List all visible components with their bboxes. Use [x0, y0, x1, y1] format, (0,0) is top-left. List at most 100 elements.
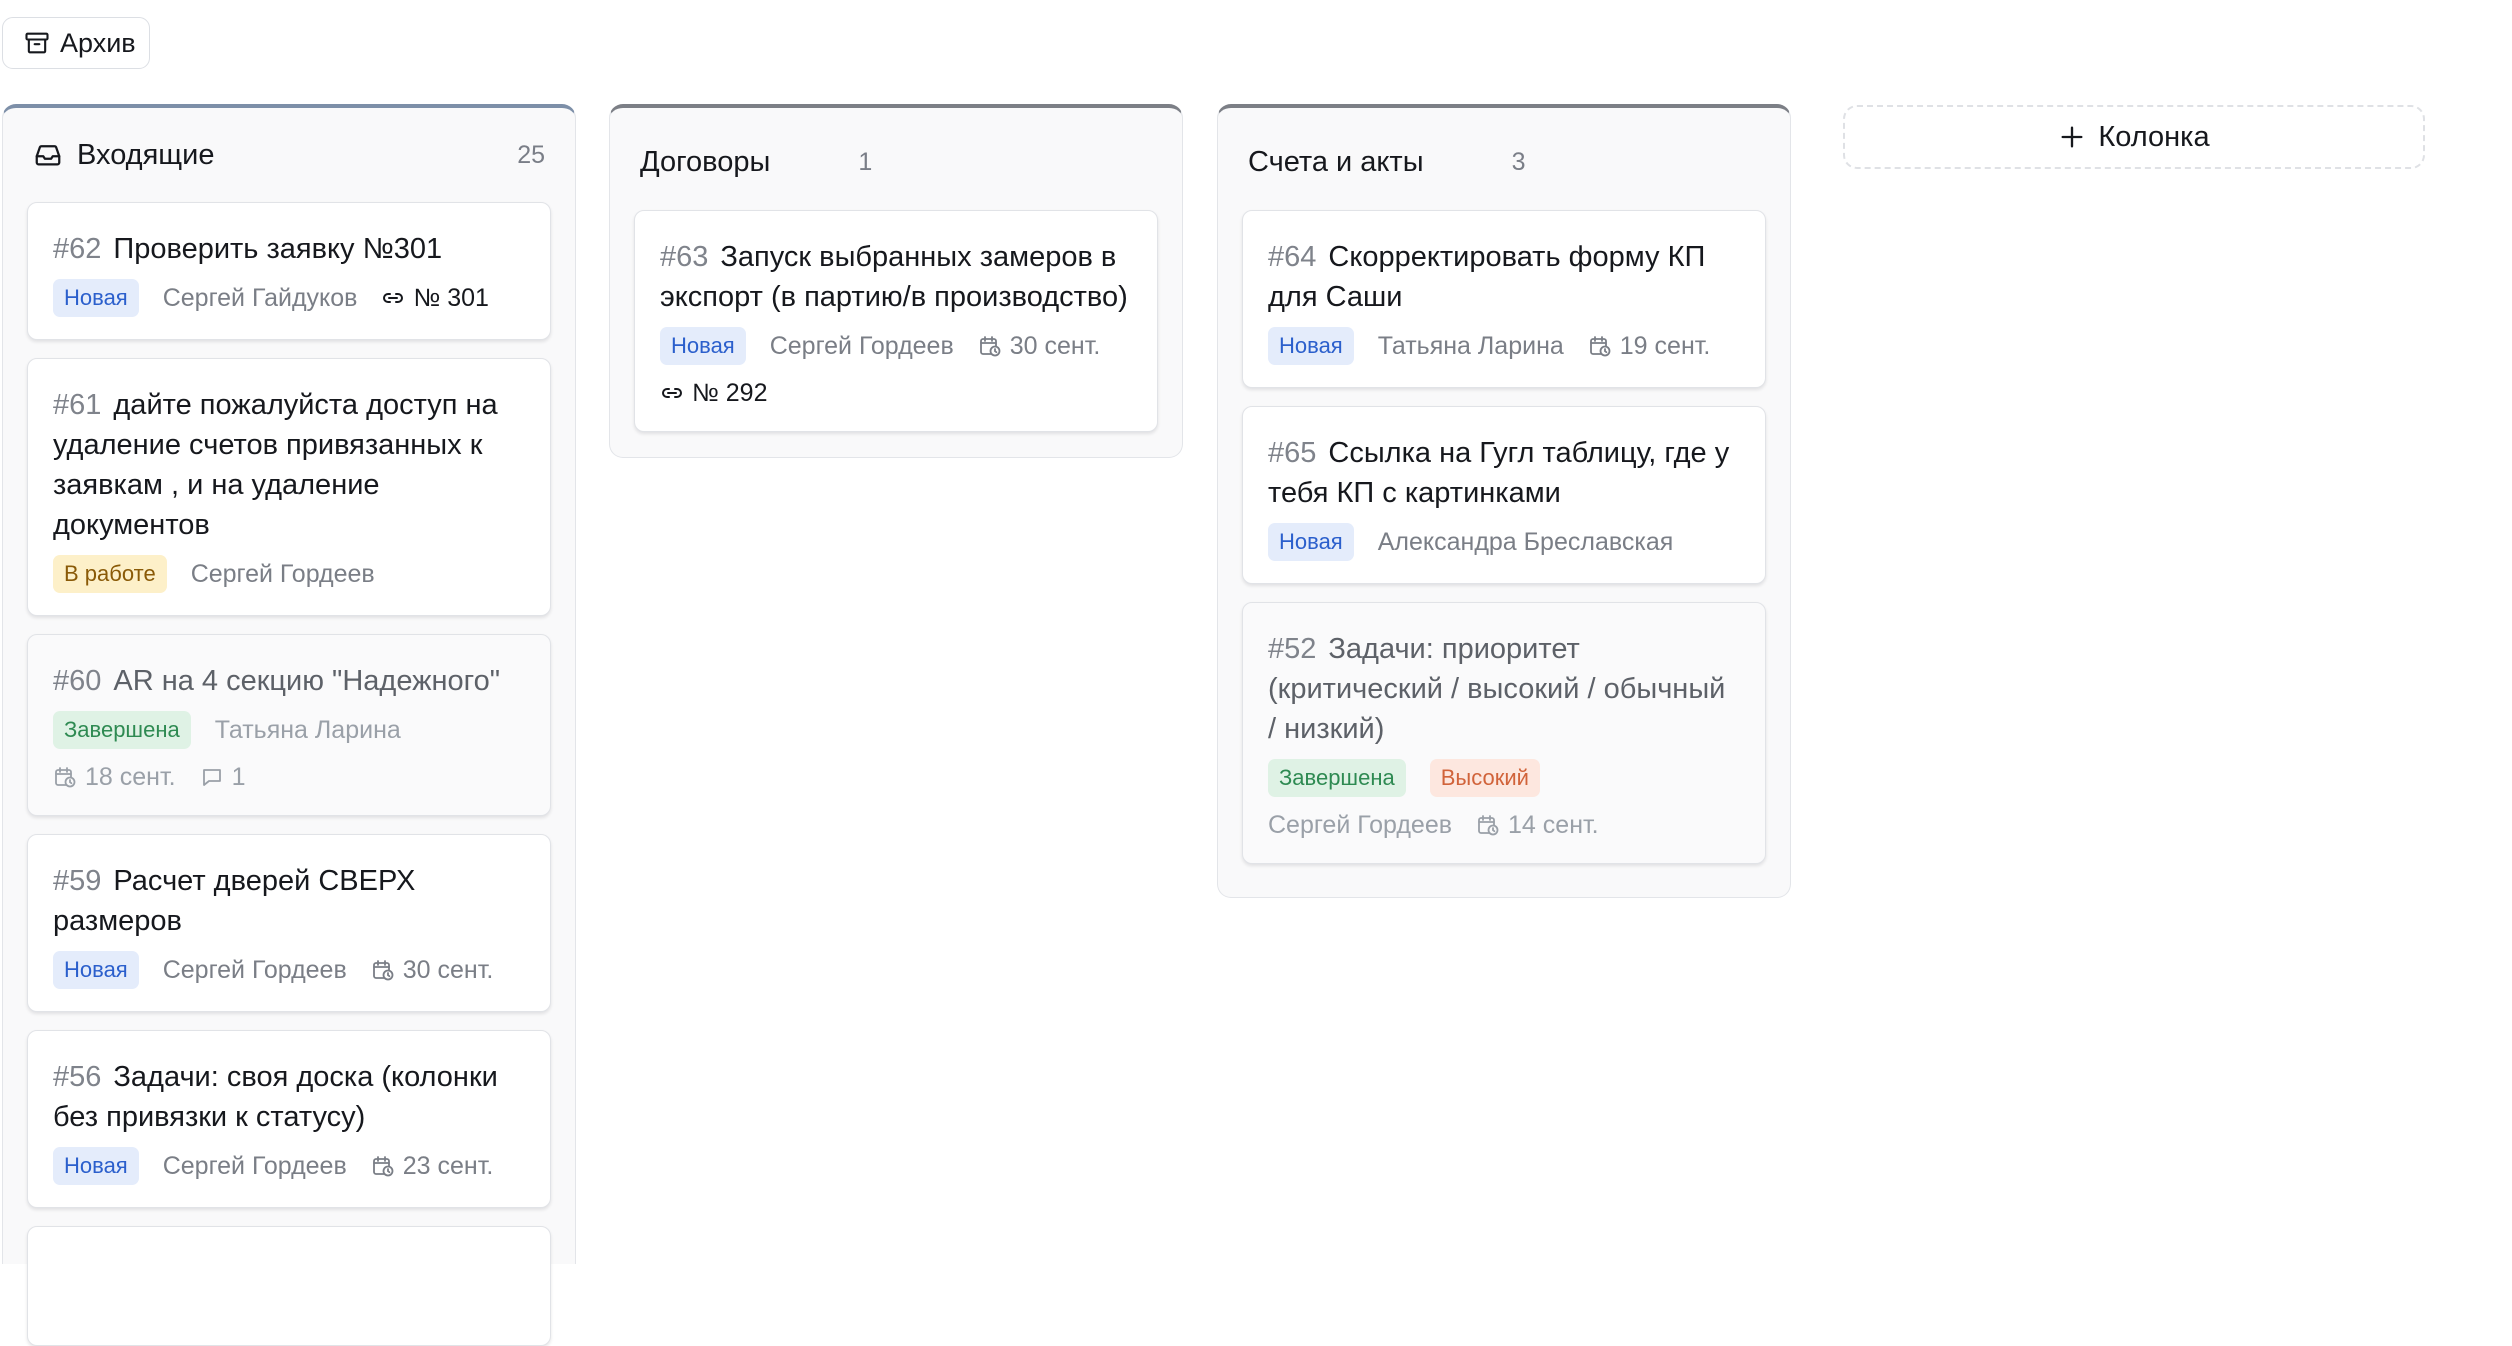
card-title: #61 дайте пожалуйста доступ на удаление с… — [53, 385, 525, 545]
assignee: Сергей Гордеев — [1268, 811, 1453, 839]
due-date-label: 18 сент. — [85, 763, 176, 791]
task-card[interactable]: #59 Расчет дверей СВЕРХ размеров Новая Се… — [27, 834, 551, 1012]
card-meta: Новая Александра Бреславская — [1268, 523, 1740, 561]
task-card[interactable]: #64 Скорректировать форму КП для Саши Нов… — [1242, 210, 1766, 388]
assignee: Александра Бреславская — [1377, 528, 1674, 556]
status-badge: Новая — [53, 951, 139, 989]
assignee: Сергей Гайдуков — [162, 284, 358, 312]
task-card[interactable]: #60 AR на 4 секцию "Надежного" Завершена … — [27, 634, 551, 816]
archive-icon — [23, 29, 51, 57]
card-title: #52 Задачи: приоритет (критический / высо… — [1268, 629, 1740, 749]
link-icon — [381, 286, 405, 310]
task-title: Запуск выбранных замеров в экспорт (в па… — [660, 241, 1128, 313]
assignee: Сергей Гордеев — [769, 332, 954, 360]
card-title: #63 Запуск выбранных замеров в экспорт (в… — [660, 237, 1132, 317]
card-title: #56 Задачи: своя доска (колонки без привя… — [53, 1057, 525, 1137]
column-invoices: Счета и акты 3 #64 Скорректировать форму … — [1217, 104, 1791, 898]
task-title: Расчет дверей СВЕРХ размеров — [53, 865, 416, 937]
linked-request[interactable]: № 301 — [381, 282, 489, 314]
due-date: 23 сент. — [371, 1150, 494, 1182]
due-date-label: 23 сент. — [402, 1152, 494, 1180]
add-column-label: Колонка — [2098, 120, 2210, 153]
task-title: Задачи: приоритет (критический / высокий… — [1268, 633, 1726, 745]
column-title: Счета и акты — [1248, 145, 1424, 178]
card-title: #62 Проверить заявку №301 — [53, 229, 525, 269]
status-badge: Новая — [1268, 523, 1354, 561]
task-card[interactable]: #63 Запуск выбранных замеров в экспорт (в… — [634, 210, 1158, 432]
linked-request[interactable]: № 292 — [660, 377, 767, 409]
column-header: Счета и акты 3 — [1242, 108, 1766, 210]
task-card[interactable]: #65 Ссылка на Гугл таблицу, где у тебя КП… — [1242, 406, 1766, 584]
priority-badge: Высокий — [1429, 759, 1540, 797]
card-meta: Новая Сергей Гордеев 30 сент. № 292 — [660, 327, 1132, 409]
calendar-clock-icon — [978, 334, 1002, 358]
task-title: Ссылка на Гугл таблицу, где у тебя КП с … — [1268, 437, 1730, 509]
plus-icon — [2058, 123, 2086, 151]
due-date: 30 сент. — [371, 954, 493, 986]
task-number: #59 — [53, 865, 102, 897]
task-number: #60 — [53, 665, 102, 697]
status-badge: Завершена — [53, 711, 191, 749]
card-meta: Завершена Высокий Сергей Гордеев 14 сент… — [1268, 759, 1740, 841]
task-title: Задачи: своя доска (колонки без привязки… — [53, 1061, 498, 1133]
card-meta: Новая Сергей Гордеев 30 сент. — [53, 951, 525, 989]
task-number: #61 — [53, 389, 102, 421]
card-meta: Завершена Татьяна Ларина 18 сент. 1 — [53, 711, 525, 793]
add-column-button[interactable]: Колонка — [1843, 105, 2425, 169]
status-badge: Новая — [53, 279, 139, 317]
column-header: Входящие 25 — [27, 108, 551, 202]
card-meta: В работе Сергей Гордеев — [53, 555, 525, 593]
card-title: #60 AR на 4 секцию "Надежного" — [53, 661, 525, 701]
link-icon — [660, 381, 684, 405]
due-date-label: 30 сент. — [1009, 332, 1101, 360]
card-meta: Новая Сергей Гайдуков № 301 — [53, 279, 525, 317]
due-date-label: 19 сент. — [1619, 332, 1711, 360]
status-badge: Новая — [53, 1147, 139, 1185]
status-badge: Новая — [1268, 327, 1354, 365]
task-number: #62 — [53, 233, 102, 265]
archive-label: Архив — [60, 27, 136, 58]
column-title: Договоры — [640, 145, 771, 178]
column-count: 1 — [858, 147, 873, 176]
status-badge: Завершена — [1268, 759, 1406, 797]
column-inbox: Входящие 25 #62 Проверить заявку №301 Нов… — [2, 104, 576, 1346]
comment-count: 1 — [231, 763, 246, 791]
card-meta: Новая Татьяна Ларина 19 сент. — [1268, 327, 1740, 365]
task-card[interactable]: #56 Задачи: своя доска (колонки без привя… — [27, 1030, 551, 1208]
task-title: Проверить заявку №301 — [113, 233, 443, 265]
assignee: Сергей Гордеев — [162, 956, 347, 984]
due-date-label: 14 сент. — [1508, 811, 1599, 839]
card-title: #59 Расчет дверей СВЕРХ размеров — [53, 861, 525, 941]
task-card[interactable]: #52 Задачи: приоритет (критический / высо… — [1242, 602, 1766, 864]
comments: 1 — [200, 761, 246, 793]
column-header: Договоры 1 — [634, 108, 1158, 210]
archive-button[interactable]: Архив — [2, 17, 150, 69]
calendar-clock-icon — [1476, 813, 1500, 837]
task-number: #52 — [1268, 633, 1317, 665]
task-card[interactable]: #62 Проверить заявку №301 Новая Сергей Га… — [27, 202, 551, 340]
task-number: #56 — [53, 1061, 102, 1093]
link-label: № 292 — [692, 379, 768, 407]
column-count: 25 — [517, 140, 545, 169]
task-number: #65 — [1268, 437, 1317, 469]
task-card[interactable]: #61 дайте пожалуйста доступ на удаление с… — [27, 358, 551, 616]
due-date: 19 сент. — [1588, 330, 1711, 362]
card-title: #65 Ссылка на Гугл таблицу, где у тебя КП… — [1268, 433, 1740, 513]
link-label: № 301 — [413, 284, 489, 312]
column-count: 3 — [1511, 147, 1526, 176]
due-date: 30 сент. — [978, 330, 1101, 362]
card-meta: Новая Сергей Гордеев 23 сент. — [53, 1147, 525, 1185]
task-title: AR на 4 секцию "Надежного" — [113, 665, 501, 697]
task-card[interactable] — [27, 1226, 551, 1346]
column-contracts: Договоры 1 #63 Запуск выбранных замеров в… — [609, 104, 1183, 458]
assignee: Татьяна Ларина — [1377, 332, 1564, 360]
status-badge: Новая — [660, 327, 746, 365]
assignee: Сергей Гордеев — [162, 1152, 347, 1180]
due-date: 14 сент. — [1476, 809, 1599, 841]
card-title: #64 Скорректировать форму КП для Саши — [1268, 237, 1740, 317]
status-badge: В работе — [53, 555, 167, 593]
assignee: Сергей Гордеев — [190, 560, 375, 588]
due-date: 18 сент. — [53, 761, 176, 793]
task-title: Скорректировать форму КП для Саши — [1268, 241, 1706, 313]
comment-icon — [200, 765, 224, 789]
